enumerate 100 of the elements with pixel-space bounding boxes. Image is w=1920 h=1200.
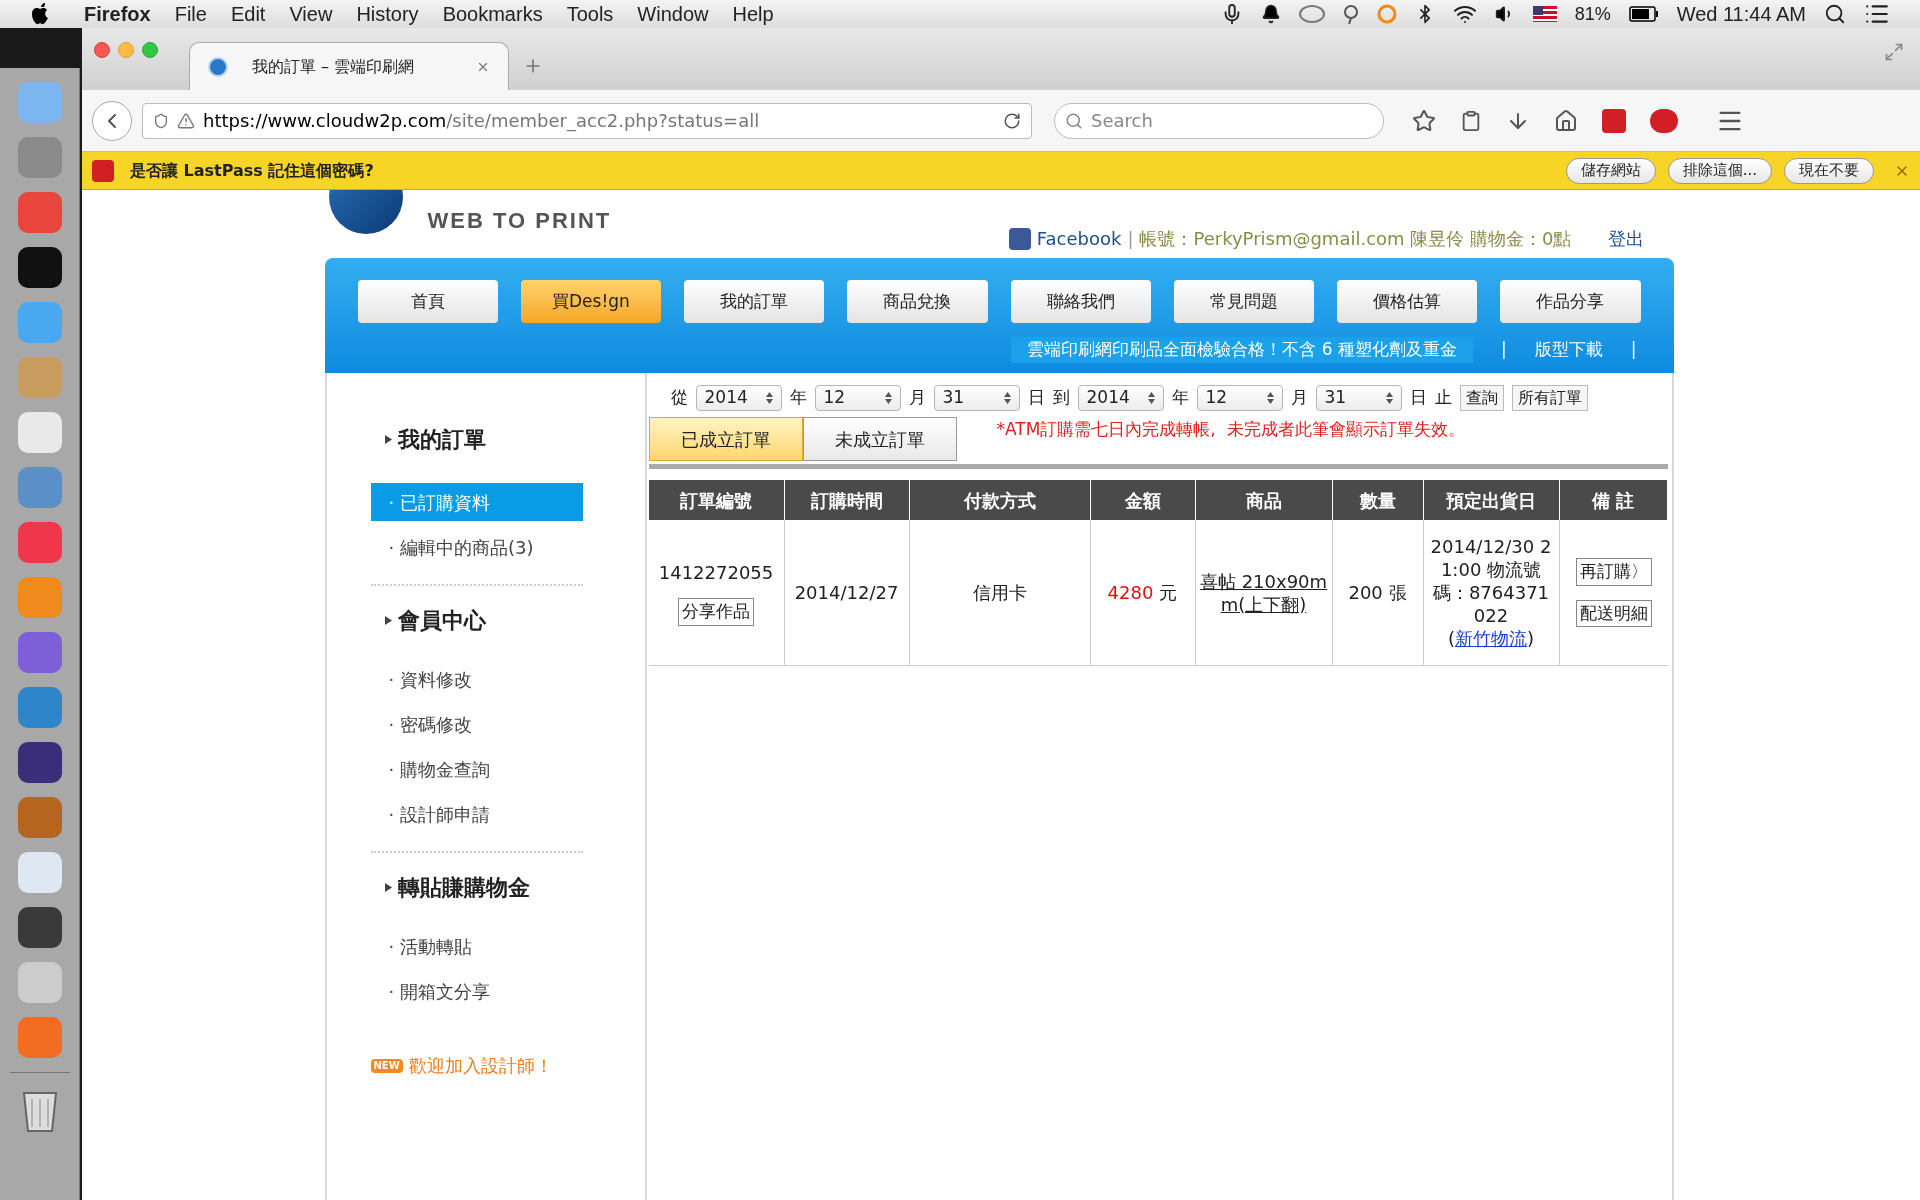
notification-button[interactable]: 現在不要 <box>1784 157 1874 184</box>
currency: 元 <box>1159 581 1178 605</box>
column-header: 付款方式 <box>909 480 1091 520</box>
notification-message: 是否讓 LastPass 記住這個密碼? <box>130 159 374 182</box>
browser-tab[interactable]: 我的訂單 – 雲端印刷網 <box>189 42 509 90</box>
column-header: 訂購時間 <box>784 480 910 520</box>
url-field[interactable]: https://www.cloudw2p.com/site/member_acc2.php?status=all <box>142 102 1032 139</box>
facebook-link[interactable]: Facebook <box>1036 225 1122 252</box>
notification-button[interactable]: 儲存網站 <box>1565 157 1656 184</box>
clipboard-icon[interactable] <box>1460 109 1482 132</box>
table-cell: 信用卡 <box>909 520 1091 665</box>
sidebar-item[interactable]: · 開箱文分享 <box>370 972 583 1010</box>
sidebar-item[interactable]: · 購物金查詢 <box>370 750 583 788</box>
filter-label: 從 <box>670 386 688 410</box>
menu-item[interactable]: History <box>356 0 419 29</box>
remark-button[interactable]: 再訂購〉 <box>1575 558 1652 586</box>
battery-percent: 81% <box>1574 2 1611 26</box>
app-icon[interactable] <box>17 907 62 948</box>
atm-notice: *ATM訂購需七日內完成轉帳, 未完成者此筆會顯示訂單失效。 <box>996 418 1465 441</box>
filter-label: 止 <box>1434 386 1452 410</box>
flag-icon[interactable] <box>1532 6 1557 22</box>
sidebar-item[interactable]: · 資料修改 <box>370 660 583 698</box>
menu-item[interactable]: Help <box>732 0 774 29</box>
column-header: 訂單編號 <box>648 480 785 520</box>
dropdown[interactable]: 12 <box>814 385 901 411</box>
menu-item[interactable]: File <box>174 0 207 29</box>
star-icon[interactable] <box>1412 108 1436 133</box>
section-heading: 轉貼賺購物金 <box>397 873 530 902</box>
nav-button[interactable]: 聯絡我們 <box>1010 280 1151 323</box>
search-placeholder: Search <box>1091 109 1153 133</box>
date-unit: 年 <box>1171 386 1189 410</box>
apple-logo-icon[interactable] <box>30 3 50 25</box>
column-header: 數量 <box>1332 480 1424 520</box>
clock[interactable]: Wed 11:44 AM <box>1676 0 1806 29</box>
notification-button[interactable]: 排除這個... <box>1667 157 1772 184</box>
product-link[interactable]: 喜帖 210x90mm(上下翻) <box>1197 569 1330 616</box>
stepper-icon <box>884 392 892 404</box>
bell-icon[interactable] <box>1260 4 1281 24</box>
nav-button[interactable]: 價格估算 <box>1337 280 1478 323</box>
separator: | <box>1501 338 1507 361</box>
stepper-icon <box>1003 392 1011 404</box>
menu-item[interactable]: Tools <box>566 0 614 29</box>
close-window-button[interactable] <box>94 42 110 58</box>
nav-button[interactable]: 作品分享 <box>1500 280 1641 323</box>
nav-button[interactable]: 首頁 <box>357 280 498 323</box>
fullscreen-icon[interactable] <box>1884 42 1904 62</box>
ticker-headline: 雲端印刷網印刷品全面檢驗合格！不含 6 種塑化劑及重金 <box>1011 337 1474 363</box>
bracket: ) <box>1527 627 1535 650</box>
search-icon[interactable] <box>1824 3 1846 25</box>
brand-tagline: WEB TO PRINT <box>427 207 612 235</box>
stepper-icon <box>765 392 773 404</box>
carrier-link[interactable]: 新竹物流 <box>1455 627 1527 650</box>
logout-link[interactable]: 登出 <box>1607 225 1644 252</box>
back-button[interactable] <box>92 100 132 141</box>
zoom-window-button[interactable] <box>142 42 158 58</box>
table-cell-text: 1412272055 <box>658 561 774 586</box>
nav-button[interactable]: 商品兌換 <box>847 280 988 323</box>
dropdown[interactable]: 31 <box>933 385 1020 411</box>
share-button[interactable]: 分享作品 <box>678 598 754 626</box>
dropdown[interactable]: 12 <box>1196 385 1283 411</box>
remark-button[interactable]: 配送明細 <box>1575 599 1652 627</box>
menu-item[interactable]: Edit <box>230 0 266 29</box>
search-icon <box>1065 111 1083 130</box>
column-header: 金額 <box>1090 480 1196 520</box>
app-icon[interactable] <box>17 247 62 288</box>
column-header: 商品 <box>1195 480 1333 520</box>
app-icon[interactable] <box>17 742 62 783</box>
battery-icon[interactable] <box>1628 6 1659 22</box>
nav-button[interactable]: 我的訂單 <box>684 280 825 323</box>
dropdown[interactable]: 2014 <box>695 385 782 411</box>
dropdown[interactable]: 2014 <box>1077 385 1164 411</box>
menu-item[interactable]: Window <box>637 0 709 29</box>
shield-icon <box>153 112 169 129</box>
tab-title: 我的訂單 – 雲端印刷網 <box>252 55 416 78</box>
ring-icon[interactable] <box>1376 4 1397 24</box>
date-unit: 月 <box>1290 386 1308 410</box>
sidebar-item[interactable]: · 設計師申請 <box>370 795 583 833</box>
order-tab[interactable]: 未成立訂單 <box>802 417 957 461</box>
search-field[interactable]: Search <box>1054 102 1384 139</box>
section-heading: 我的訂單 <box>397 425 486 454</box>
date-unit: 日 <box>1027 386 1045 410</box>
home-icon[interactable] <box>1554 108 1578 133</box>
sidebar-item[interactable]: · 活動轉貼 <box>370 927 583 965</box>
dropdown[interactable]: 31 <box>1315 385 1402 411</box>
filter-button[interactable]: 查詢 <box>1459 385 1504 411</box>
reload-icon[interactable] <box>1003 111 1021 130</box>
nav-button[interactable]: 常見問題 <box>1173 280 1314 323</box>
filter-button[interactable]: 所有訂單 <box>1511 385 1588 411</box>
menu-item[interactable]: View <box>289 0 333 29</box>
bracket: ( <box>1447 627 1455 650</box>
separator: | <box>1127 227 1134 251</box>
sidebar-item[interactable]: · 密碼修改 <box>370 705 583 743</box>
date-unit: 年 <box>789 386 807 410</box>
stepper-icon <box>1147 392 1155 404</box>
nav-button[interactable]: 買Des!gn <box>520 280 661 323</box>
app-menu[interactable]: Firefox <box>84 0 151 29</box>
sidebar-item[interactable]: · 編輯中的商品(3) <box>370 528 583 566</box>
table-cell: 2014/12/27 <box>784 520 910 665</box>
order-tab[interactable]: 已成立訂單 <box>648 417 803 461</box>
menu-item[interactable]: Bookmarks <box>442 0 543 29</box>
